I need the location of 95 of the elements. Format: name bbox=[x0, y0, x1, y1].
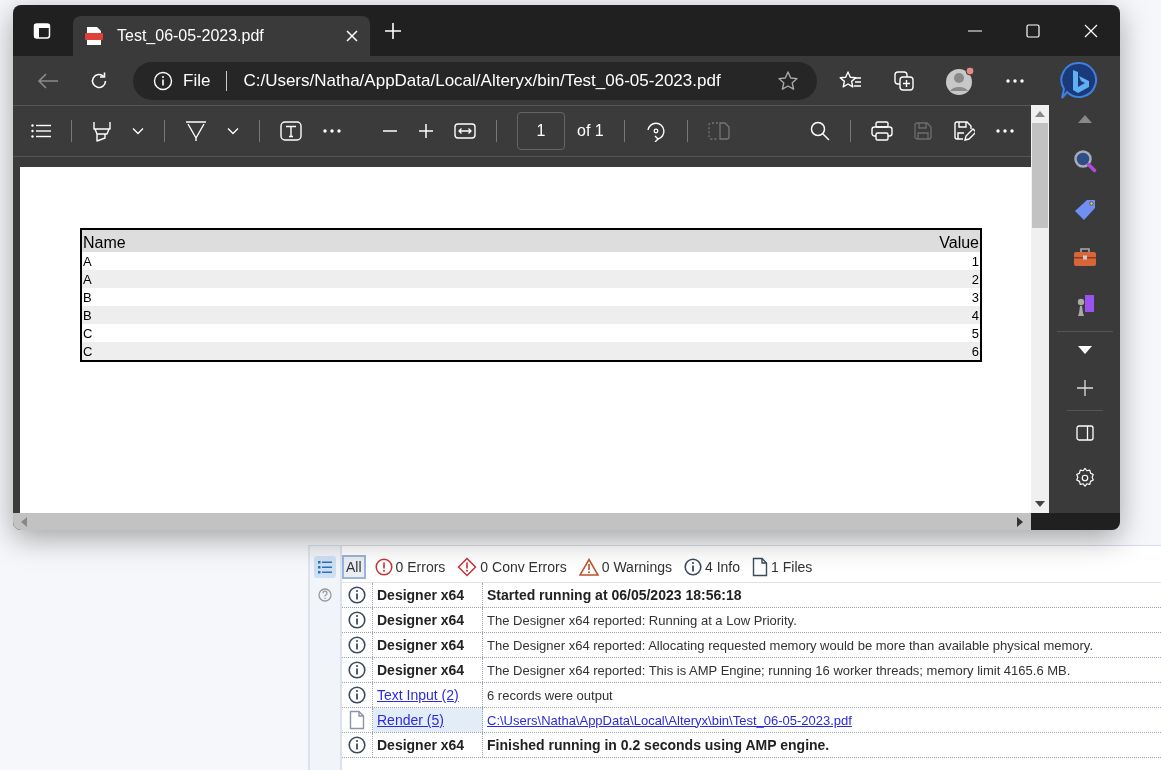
scroll-up-icon[interactable] bbox=[1077, 115, 1092, 123]
filter-button[interactable]: 0 Errors bbox=[371, 555, 449, 579]
search-icon[interactable] bbox=[1072, 149, 1097, 173]
close-icon[interactable] bbox=[346, 30, 358, 42]
more-icon[interactable] bbox=[1005, 77, 1025, 84]
zoom-in-icon[interactable] bbox=[418, 123, 434, 139]
file-link[interactable]: C:\Users\Natha\AppData\Local\Alteryx\bin\Test_06-05-2023.pdf bbox=[487, 712, 852, 728]
rotate-icon[interactable] bbox=[644, 120, 667, 142]
star-icon[interactable] bbox=[777, 69, 799, 92]
avatar-icon[interactable] bbox=[945, 65, 975, 96]
close-icon[interactable] bbox=[1084, 23, 1098, 38]
filter-button[interactable]: 4 Info bbox=[681, 555, 744, 579]
more-icon[interactable] bbox=[995, 128, 1015, 134]
expand-icon[interactable] bbox=[1077, 346, 1092, 354]
filter-button[interactable]: 0 Warnings bbox=[575, 555, 675, 579]
scroll-right-icon[interactable] bbox=[1017, 516, 1023, 527]
text-box-icon[interactable] bbox=[280, 121, 302, 141]
scheme-label: File bbox=[183, 70, 211, 91]
filter-button[interactable]: All bbox=[342, 555, 366, 579]
browser-tab[interactable]: Test_06-05-2023.pdf bbox=[73, 16, 370, 56]
info-icon bbox=[348, 736, 366, 754]
add-icon[interactable] bbox=[1076, 380, 1093, 396]
search-icon[interactable] bbox=[810, 121, 830, 141]
table-cell: C bbox=[83, 325, 93, 341]
refresh-icon[interactable] bbox=[89, 70, 109, 91]
caret-icon[interactable] bbox=[132, 127, 144, 135]
tab-actions-icon[interactable] bbox=[33, 21, 51, 40]
save-as-icon[interactable] bbox=[953, 120, 975, 142]
source-text: Designer x64 bbox=[377, 737, 465, 753]
info-icon bbox=[684, 558, 702, 576]
contents-icon[interactable] bbox=[31, 124, 51, 138]
source-text: Designer x64 bbox=[377, 587, 465, 603]
table-cell: 1 bbox=[971, 253, 979, 269]
back-icon[interactable] bbox=[37, 71, 59, 90]
column-header: Name bbox=[83, 234, 126, 252]
message-text: The Designer x64 reported: This is AMP Engine; running 16 worker threads; memory limit 4165.6 MB. bbox=[487, 662, 1071, 678]
table-cell: 3 bbox=[971, 289, 979, 305]
address-bar[interactable]: File C:/Users/Natha/AppData/Local/Alteryx/bin/Test_06-05-2023.pdf bbox=[133, 61, 817, 100]
page-number-field[interactable]: 1 bbox=[517, 112, 565, 150]
info-icon bbox=[348, 636, 366, 654]
table-cell: 5 bbox=[971, 325, 979, 341]
file-icon bbox=[349, 710, 365, 730]
source-text: Designer x64 bbox=[377, 662, 465, 678]
pen-icon[interactable] bbox=[185, 120, 207, 142]
conversion-error-icon bbox=[457, 557, 478, 577]
message-text: 6 records were output bbox=[487, 687, 613, 703]
info-icon bbox=[348, 661, 366, 679]
page-count: of 1 bbox=[577, 122, 604, 140]
copilot-icon[interactable] bbox=[1059, 60, 1099, 101]
source-text: Designer x64 bbox=[377, 612, 465, 628]
highlighter-icon[interactable] bbox=[92, 120, 112, 142]
collections-icon[interactable] bbox=[893, 69, 915, 92]
scroll-thumb[interactable] bbox=[1032, 123, 1048, 228]
info-icon bbox=[348, 686, 366, 704]
message-text: Started running at 06/05/2023 18:56:18 bbox=[487, 587, 742, 603]
info-icon bbox=[348, 611, 366, 629]
filter-button[interactable]: 0 Conv Errors bbox=[454, 555, 570, 579]
message-text: The Designer x64 reported: Allocating requested memory would be more than available physical memory. bbox=[487, 637, 1093, 653]
help-icon[interactable] bbox=[318, 588, 332, 602]
source-text: Designer x64 bbox=[377, 637, 465, 653]
info-icon bbox=[348, 586, 366, 604]
table-cell: 2 bbox=[971, 271, 979, 287]
table-cell: 4 bbox=[971, 307, 979, 323]
settings-icon[interactable] bbox=[1073, 467, 1096, 489]
zoom-out-icon[interactable] bbox=[382, 129, 398, 133]
print-icon[interactable] bbox=[871, 121, 893, 141]
url-text: C:/Users/Natha/AppData/Local/Alteryx/bin/Test_06-05-2023.pdf bbox=[243, 70, 721, 91]
table-cell: 6 bbox=[971, 343, 979, 359]
message-text: The Designer x64 reported: Running at a Low Priority. bbox=[487, 612, 797, 628]
file-icon bbox=[752, 557, 769, 577]
filter-button[interactable]: 1 Files bbox=[749, 555, 816, 579]
scroll-up-icon[interactable] bbox=[1035, 111, 1045, 117]
error-icon bbox=[374, 558, 393, 576]
more-icon[interactable] bbox=[322, 128, 342, 134]
warning-icon bbox=[578, 558, 599, 576]
new-tab-icon[interactable] bbox=[384, 21, 402, 40]
table-cell: B bbox=[83, 289, 92, 305]
message-text: Finished running in 0.2 seconds using AMP engine. bbox=[487, 737, 830, 753]
vertical-scrollbar[interactable] bbox=[1031, 105, 1049, 513]
table-cell: C bbox=[83, 343, 93, 359]
caret-icon[interactable] bbox=[227, 127, 239, 135]
horizontal-scrollbar[interactable] bbox=[13, 513, 1031, 530]
fit-width-icon[interactable] bbox=[454, 123, 476, 139]
sidebar-panel-icon[interactable] bbox=[1075, 425, 1094, 441]
scroll-down-icon[interactable] bbox=[1035, 501, 1045, 507]
pdf-icon bbox=[85, 26, 103, 46]
toolbox-icon[interactable] bbox=[1072, 247, 1097, 267]
info-icon[interactable] bbox=[153, 70, 173, 91]
column-header: Value bbox=[939, 234, 979, 252]
list-icon[interactable] bbox=[314, 556, 336, 578]
maximize-icon[interactable] bbox=[1026, 23, 1040, 38]
table-cell: B bbox=[83, 307, 92, 323]
table-cell: A bbox=[83, 253, 92, 269]
tool-link[interactable]: Text Input (2) bbox=[377, 687, 459, 703]
table-cell: A bbox=[83, 271, 92, 287]
